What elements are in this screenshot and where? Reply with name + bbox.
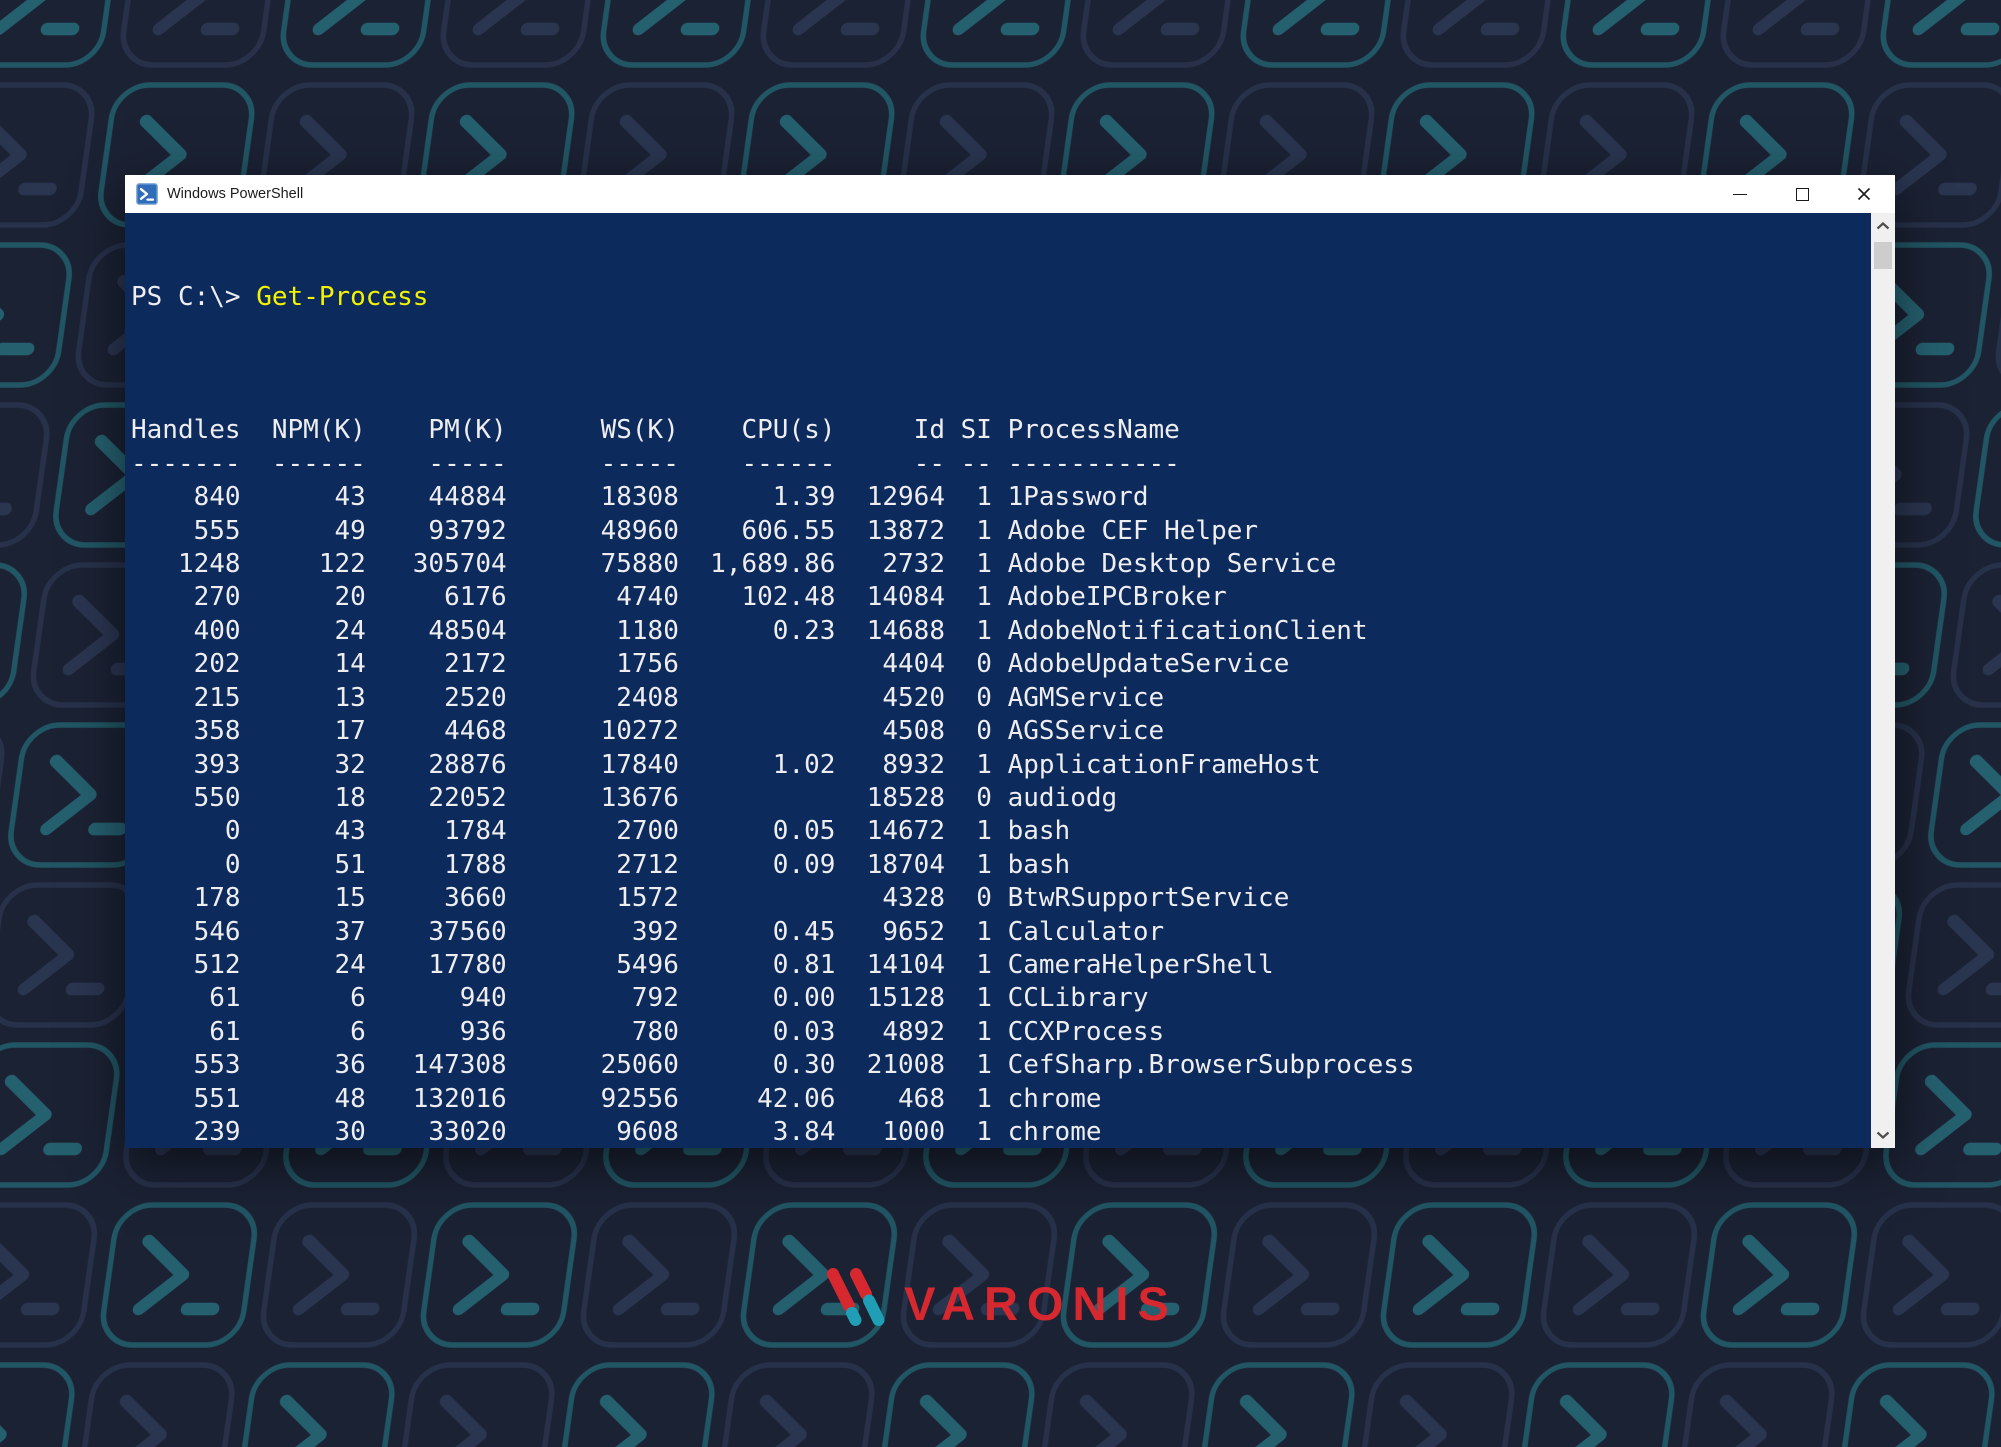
close-icon: [1857, 187, 1871, 201]
title-bar[interactable]: Windows PowerShell: [125, 175, 1895, 213]
process-table: Handles NPM(K) PM(K) WS(K) CPU(s) Id SI …: [131, 381, 1871, 1148]
close-button[interactable]: [1833, 175, 1895, 213]
command-line: PS C:\> Get-Process: [131, 281, 1871, 314]
maximize-button[interactable]: [1771, 175, 1833, 213]
minimize-button[interactable]: [1709, 175, 1771, 213]
scroll-down-button[interactable]: [1871, 1122, 1895, 1148]
chevron-down-icon: [1876, 1131, 1890, 1139]
command-text: Get-Process: [256, 282, 428, 312]
console-output[interactable]: PS C:\> Get-Process Handles NPM(K) PM(K)…: [125, 213, 1871, 1148]
chevron-up-icon: [1876, 222, 1890, 230]
powershell-window: Windows PowerShell PS C:\> Get-Proce: [125, 175, 1895, 1148]
scrollbar-thumb[interactable]: [1874, 242, 1892, 269]
prompt-text: PS C:\>: [131, 282, 256, 312]
minimize-icon: [1733, 194, 1747, 195]
desktop-background: Windows PowerShell PS C:\> Get-Proce: [0, 0, 2001, 1447]
window-title: Windows PowerShell: [167, 186, 1709, 202]
maximize-icon: [1796, 188, 1809, 201]
varonis-logo-mark: [823, 1268, 889, 1328]
varonis-wordmark: VARONIS: [904, 1276, 1178, 1331]
scroll-up-button[interactable]: [1871, 213, 1895, 239]
varonis-logo: VARONIS: [0, 1264, 2001, 1331]
scrollbar[interactable]: [1871, 213, 1895, 1148]
window-body: PS C:\> Get-Process Handles NPM(K) PM(K)…: [125, 213, 1895, 1148]
window-controls: [1709, 175, 1895, 213]
powershell-icon: [136, 183, 158, 205]
